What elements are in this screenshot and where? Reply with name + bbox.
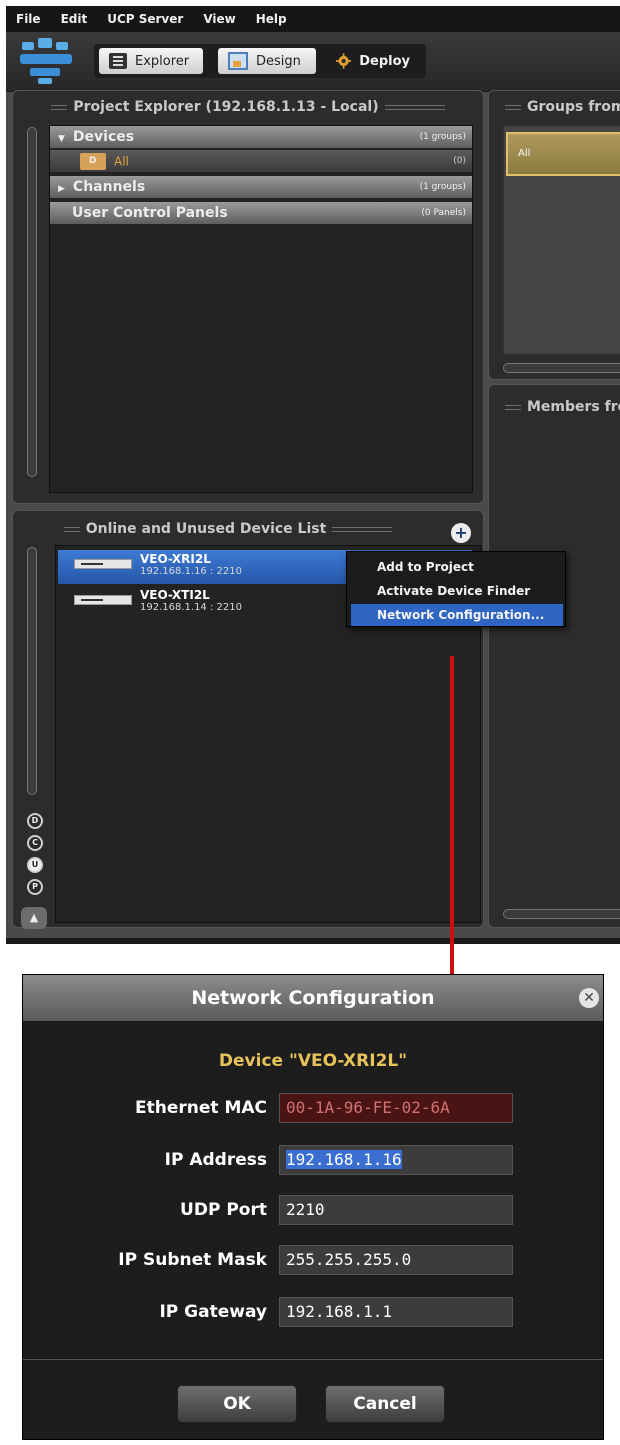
members-hscrollbar[interactable]: [503, 909, 620, 919]
mode-switcher: Explorer Design Deploy: [94, 44, 426, 78]
explorer-label: Explorer: [135, 53, 190, 69]
deploy-label: Deploy: [359, 53, 410, 69]
group-item-all[interactable]: All: [506, 132, 620, 176]
caret-down-icon: ▼: [58, 134, 65, 144]
device-context-menu: Add to Project Activate Device Finder Ne…: [346, 551, 566, 627]
menu-edit[interactable]: Edit: [51, 12, 98, 26]
caret-right-icon: ▶: [58, 184, 65, 194]
toolbar: Explorer Design Deploy: [6, 32, 620, 92]
device-thumbnail-icon: [74, 559, 132, 569]
form-row-subnet-mask: IP Subnet Mask 255.255.255.0: [23, 1245, 603, 1277]
groups-hscrollbar[interactable]: [503, 363, 620, 373]
dialog-titlebar: Network Configuration ✕: [23, 975, 603, 1021]
dialog-title: Network Configuration: [191, 987, 435, 1009]
menu-file[interactable]: File: [6, 12, 51, 26]
cancel-button[interactable]: Cancel: [325, 1385, 445, 1423]
gear-icon: [336, 53, 352, 69]
ethernet-mac-field: 00-1A-96-FE-02-6A: [279, 1093, 513, 1123]
add-device-button[interactable]: +: [451, 523, 471, 543]
gateway-field[interactable]: 192.168.1.1: [279, 1297, 513, 1327]
groups-list: All: [503, 125, 620, 355]
groups-panel-title: Groups from: [489, 99, 620, 115]
tree-row-channels[interactable]: ▶ Channels (1 groups): [50, 176, 472, 199]
filter-c-button[interactable]: C: [27, 835, 43, 851]
menu-bar: File Edit UCP Server View Help: [6, 6, 620, 32]
subnet-mask-label: IP Subnet Mask: [118, 1250, 267, 1270]
eject-icon[interactable]: ▲: [21, 907, 47, 929]
filter-d-button[interactable]: D: [27, 813, 43, 829]
groups-panel: Groups from All: [488, 90, 620, 380]
menu-ucp-server[interactable]: UCP Server: [97, 12, 193, 26]
tree-row-user-control-panels[interactable]: User Control Panels (0 Panels): [50, 202, 472, 225]
device-list-scrollbar[interactable]: [27, 547, 37, 795]
udp-port-label: UDP Port: [180, 1200, 267, 1220]
menu-item-activate-device-finder[interactable]: Activate Device Finder: [351, 580, 563, 602]
ok-button[interactable]: OK: [177, 1385, 297, 1423]
udp-port-field[interactable]: 2210: [279, 1195, 513, 1225]
ethernet-mac-label: Ethernet MAC: [135, 1098, 267, 1118]
project-explorer-scrollbar[interactable]: [27, 127, 37, 477]
ip-address-field[interactable]: 192.168.1.16: [279, 1145, 513, 1175]
members-panel: Members fro: [488, 384, 620, 928]
app-logo-icon: [20, 38, 72, 84]
deploy-button[interactable]: Deploy: [326, 48, 420, 74]
menu-help[interactable]: Help: [246, 12, 297, 26]
form-row-ip-address: IP Address 192.168.1.16: [23, 1145, 603, 1177]
filter-u-button[interactable]: U: [27, 857, 43, 873]
ucp-application-window: File Edit UCP Server View Help Explorer …: [6, 6, 620, 944]
design-icon: [228, 52, 248, 70]
folder-icon: [80, 152, 106, 170]
device-thumbnail-icon: [74, 595, 132, 605]
project-tree: ▼Devices (1 groups) All (0) ▶Channels (1…: [49, 125, 473, 493]
tree-row-all[interactable]: All (0): [50, 150, 472, 173]
annotation-arrow-line: [450, 656, 454, 1006]
project-explorer-panel: Project Explorer (192.168.1.13 - Local) …: [12, 90, 484, 504]
gateway-label: IP Gateway: [159, 1302, 267, 1322]
members-panel-title: Members fro: [489, 399, 620, 415]
subnet-mask-field[interactable]: 255.255.255.0: [279, 1245, 513, 1275]
design-label: Design: [256, 53, 301, 69]
status-bar: [6, 938, 620, 944]
close-icon[interactable]: ✕: [579, 988, 599, 1008]
menu-item-add-to-project[interactable]: Add to Project: [351, 556, 563, 578]
project-explorer-title: Project Explorer (192.168.1.13 - Local): [13, 99, 483, 115]
dialog-separator: [23, 1359, 603, 1360]
form-row-gateway: IP Gateway 192.168.1.1: [23, 1297, 603, 1329]
filter-p-button[interactable]: P: [27, 879, 43, 895]
dialog-device-label: Device "VEO-XRI2L": [218, 1051, 408, 1071]
ip-address-value: 192.168.1.16: [286, 1150, 402, 1169]
design-button[interactable]: Design: [218, 48, 316, 74]
network-configuration-dialog: Network Configuration ✕ Device "VEO-XRI2…: [22, 974, 604, 1440]
ip-address-label: IP Address: [164, 1150, 267, 1170]
menu-item-network-configuration[interactable]: Network Configuration...: [351, 604, 563, 626]
menu-view[interactable]: View: [193, 12, 245, 26]
device-row-veo-xti2l[interactable]: VEO-XTI2L 192.168.1.14 : 2210: [58, 586, 358, 620]
online-device-list-title: Online and Unused Device List: [13, 521, 483, 537]
explorer-icon: [109, 53, 127, 69]
form-row-ethernet-mac: Ethernet MAC 00-1A-96-FE-02-6A: [23, 1093, 603, 1125]
explorer-button[interactable]: Explorer: [99, 48, 203, 74]
form-row-udp-port: UDP Port 2210: [23, 1195, 603, 1227]
tree-row-devices[interactable]: ▼ Devices (1 groups): [50, 126, 472, 149]
